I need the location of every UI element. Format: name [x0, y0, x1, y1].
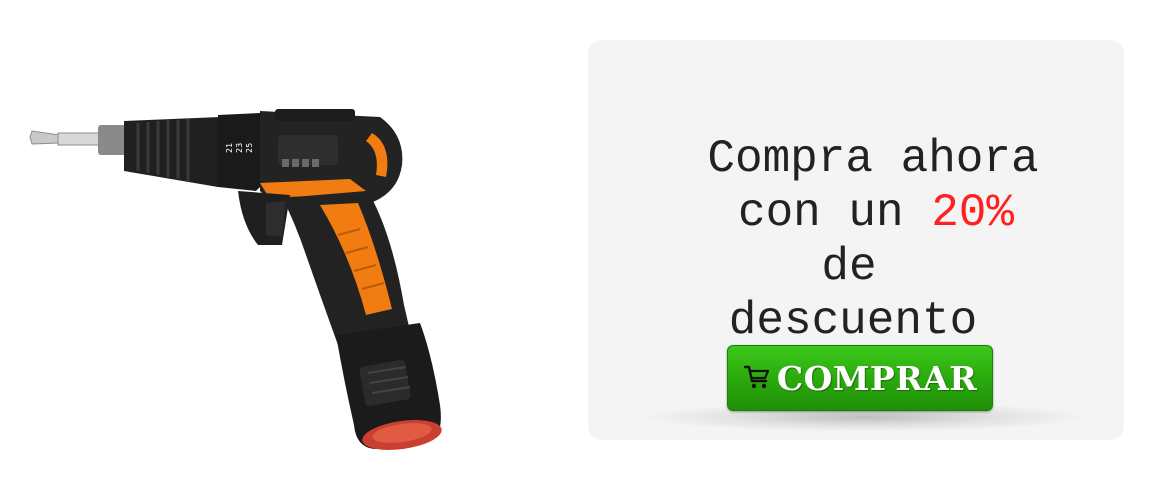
- promo-banner: 21 23 25 Compra ahora con un 20% de desc…: [0, 0, 1170, 480]
- promo-line-4: descuento: [728, 295, 978, 347]
- promo-line-2: con un 20%: [628, 186, 1124, 240]
- torque-label-21: 21: [225, 143, 234, 153]
- promo-line-3: de: [821, 241, 877, 293]
- cart-icon: [743, 365, 769, 389]
- discount-percentage: 20%: [931, 187, 1015, 239]
- cordless-drill-image: 21 23 25: [29, 109, 442, 450]
- buy-button[interactable]: COMPRAR: [727, 345, 993, 411]
- promo-line-2-prefix: con un: [737, 187, 932, 239]
- promo-line-1: Compra ahora: [707, 133, 1039, 185]
- buy-button-label: COMPRAR: [776, 358, 978, 398]
- torque-label-25: 25: [245, 143, 254, 153]
- promo-headline: Compra ahora con un 20% de descuento: [588, 132, 1124, 348]
- torque-label-23: 23: [235, 143, 244, 153]
